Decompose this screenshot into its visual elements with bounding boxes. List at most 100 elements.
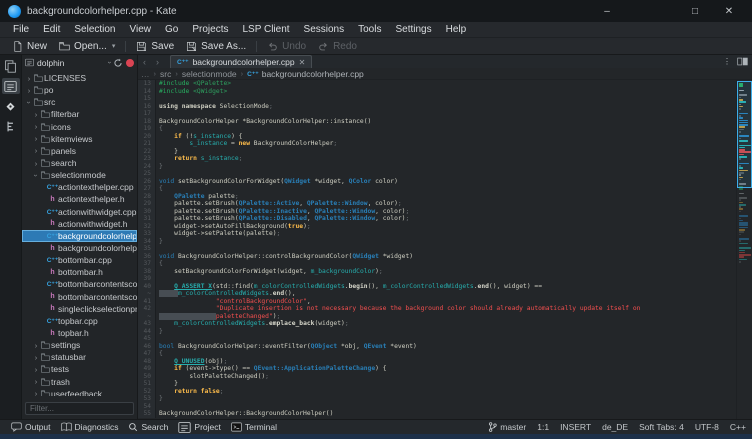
expander-icon[interactable]: › <box>32 389 40 396</box>
tree-item-actiontexthelper-h[interactable]: hactiontexthelper.h <box>22 193 137 205</box>
minimize-button[interactable]: – <box>590 0 624 22</box>
project-selector[interactable]: dolphin <box>25 58 105 68</box>
undo-button[interactable]: Undo <box>261 39 312 54</box>
maximize-button[interactable]: □ <box>678 0 712 22</box>
tree-item-bottombar-h[interactable]: hbottombar.h <box>22 266 137 278</box>
toolview-button-terminal[interactable]: Terminal <box>226 421 282 434</box>
tree-item-topbar-cpp[interactable]: C⁺⁺topbar.cpp <box>22 315 137 327</box>
tab-backgroundcolorhelper[interactable]: C⁺⁺ backgroundcolorhelper.cpp ✕ <box>170 55 312 68</box>
status-c++[interactable]: C++ <box>730 422 746 432</box>
status-insert[interactable]: INSERT <box>560 422 591 432</box>
tree-item-selectionmode[interactable]: ›selectionmode <box>22 169 137 181</box>
expander-icon[interactable]: › <box>32 377 40 386</box>
open-button[interactable]: Open...▾ <box>53 39 121 54</box>
sidebar-tool-project[interactable] <box>2 78 20 94</box>
new-button[interactable]: New <box>6 39 53 54</box>
minimap-viewport[interactable] <box>737 81 752 188</box>
expander-icon[interactable]: › <box>25 86 33 95</box>
breadcrumb-part-src[interactable]: src <box>160 69 171 79</box>
breadcrumb-file[interactable]: C⁺⁺backgroundcolorhelper.cpp <box>247 69 364 79</box>
split-view-icon[interactable] <box>737 57 748 66</box>
toolview-button-diagnostics[interactable]: Diagnostics <box>56 421 124 434</box>
tree-item-statusbar[interactable]: ›statusbar <box>22 351 137 363</box>
git-status-icon[interactable] <box>126 59 134 67</box>
expander-icon[interactable]: › <box>32 171 41 179</box>
status-de-de[interactable]: de_DE <box>602 422 628 432</box>
expander-icon[interactable]: › <box>32 159 40 168</box>
sidebar-tool-documents[interactable] <box>2 58 20 74</box>
redo-button[interactable]: Redo <box>312 39 363 54</box>
filter-input[interactable] <box>25 402 134 415</box>
line-number: 48 <box>138 358 156 366</box>
expander-icon[interactable]: › <box>32 365 40 374</box>
tree-item-po[interactable]: ›po <box>22 84 137 96</box>
expander-icon[interactable]: › <box>32 341 40 350</box>
status-master[interactable]: master <box>488 422 526 432</box>
tree-item-src[interactable]: ›src <box>22 96 137 108</box>
minimap-scrollbar[interactable] <box>736 80 752 419</box>
toolview-button-output[interactable]: Output <box>6 421 56 434</box>
tree-item-actiontexthelper-cpp[interactable]: C⁺⁺actiontexthelper.cpp <box>22 181 137 193</box>
menu-item-projects[interactable]: Projects <box>185 22 235 38</box>
code-view[interactable]: 13#include <QPalette>14#include <QWidget… <box>138 80 752 419</box>
tab-close-icon[interactable]: ✕ <box>299 58 306 67</box>
tree-item-actionwithwidget-cpp[interactable]: C⁺⁺actionwithwidget.cpp <box>22 206 137 218</box>
expander-icon[interactable]: › <box>32 110 40 119</box>
tree-item-icons[interactable]: ›icons <box>22 121 137 133</box>
tree-item-bottombarcontentscont-[interactable]: hbottombarcontentscont... <box>22 291 137 303</box>
breadcrumb-overflow[interactable]: … <box>141 69 150 79</box>
menu-item-view[interactable]: View <box>123 22 159 38</box>
more-options-icon[interactable]: ⋮ <box>723 57 731 66</box>
expander-icon[interactable]: › <box>25 98 34 106</box>
tree-item-trash[interactable]: ›trash <box>22 376 137 388</box>
menu-item-file[interactable]: File <box>6 22 36 38</box>
tree-item-settings[interactable]: ›settings <box>22 339 137 351</box>
save-button[interactable]: Save <box>130 39 180 54</box>
tree-item-search[interactable]: ›search <box>22 157 137 169</box>
toolview-button-search[interactable]: Search <box>123 421 173 434</box>
tree-item-topbar-h[interactable]: htopbar.h <box>22 327 137 339</box>
expander-icon[interactable]: › <box>32 122 40 131</box>
nav-back-icon[interactable]: ‹ <box>138 55 151 68</box>
expander-icon[interactable]: › <box>32 353 40 362</box>
tree-item-panels[interactable]: ›panels <box>22 145 137 157</box>
tree-item-actionwithwidget-h[interactable]: hactionwithwidget.h <box>22 218 137 230</box>
refresh-icon[interactable] <box>113 58 123 68</box>
menu-item-tools[interactable]: Tools <box>351 22 388 38</box>
tree-item-filterbar[interactable]: ›filterbar <box>22 108 137 120</box>
breadcrumb-part-selectionmode[interactable]: selectionmode <box>182 69 237 79</box>
status-utf-8[interactable]: UTF-8 <box>695 422 719 432</box>
tree-item-bottombarcontentscont-[interactable]: C⁺⁺bottombarcontentscont... <box>22 278 137 290</box>
menu-item-sessions[interactable]: Sessions <box>297 22 352 38</box>
save-as-button[interactable]: Save As... <box>180 39 252 54</box>
menu-item-lsp-client[interactable]: LSP Client <box>235 22 296 38</box>
tree-item-singleclickselectionproxy-[interactable]: hsingleclickselectionproxy... <box>22 303 137 315</box>
tree-item-bottombar-cpp[interactable]: C⁺⁺bottombar.cpp <box>22 254 137 266</box>
tree-item-kitemviews[interactable]: ›kitemviews <box>22 133 137 145</box>
dropdown-arrow-icon[interactable]: ▾ <box>112 42 116 50</box>
expander-icon[interactable]: › <box>25 74 33 83</box>
expander-icon[interactable]: › <box>32 134 40 143</box>
menu-item-help[interactable]: Help <box>439 22 474 38</box>
menu-item-selection[interactable]: Selection <box>67 22 122 38</box>
menu-item-go[interactable]: Go <box>158 22 185 38</box>
close-button[interactable]: ✕ <box>712 0 746 22</box>
chevron-down-icon[interactable]: › <box>105 61 112 63</box>
code-line: 35 <box>138 245 752 253</box>
status-soft-tabs-4[interactable]: Soft Tabs: 4 <box>639 422 684 432</box>
window-title: backgroundcolorhelper.cpp - Kate <box>27 6 177 17</box>
menu-item-edit[interactable]: Edit <box>36 22 67 38</box>
status-1-1[interactable]: 1:1 <box>537 422 549 432</box>
tree-item-tests[interactable]: ›tests <box>22 363 137 375</box>
nav-forward-icon[interactable]: › <box>151 55 164 68</box>
expander-icon[interactable]: › <box>32 146 40 155</box>
tree-item-backgroundcolorhelper-c-[interactable]: C⁺⁺backgroundcolorhelper.c... <box>22 230 137 242</box>
menu-item-settings[interactable]: Settings <box>388 22 438 38</box>
folder-icon <box>40 123 51 131</box>
tree-item-licenses[interactable]: ›LICENSES <box>22 72 137 84</box>
sidebar-tool-git[interactable] <box>2 98 20 114</box>
sidebar-tool-symbols[interactable] <box>2 118 20 134</box>
tree-item-backgroundcolorhelper-h[interactable]: hbackgroundcolorhelper.h <box>22 242 137 254</box>
tree-item-userfeedback[interactable]: ›userfeedback <box>22 388 137 396</box>
toolview-button-project[interactable]: Project <box>173 421 225 434</box>
